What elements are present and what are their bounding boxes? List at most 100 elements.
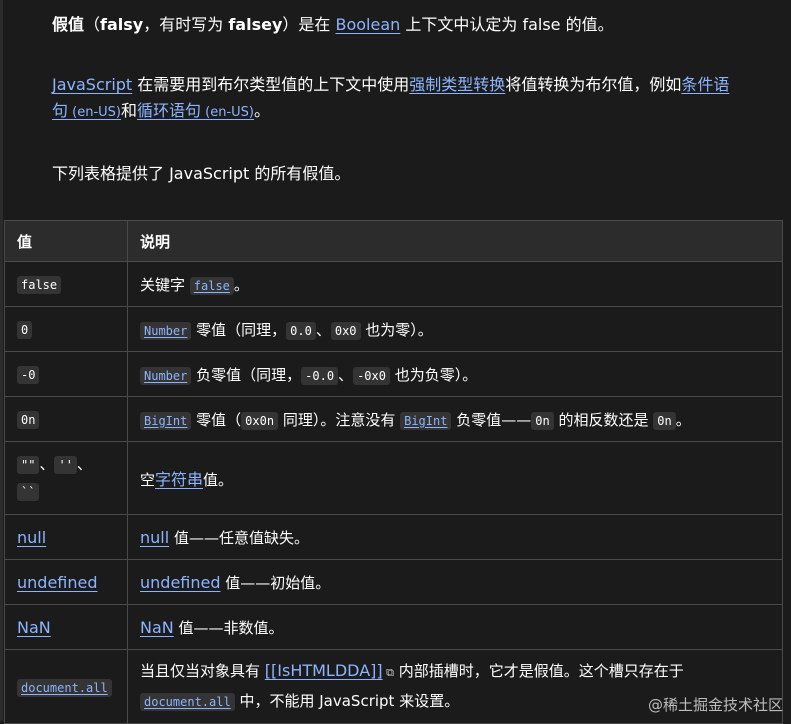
code: ``: [17, 483, 40, 501]
text: 负零值（同理，: [191, 365, 302, 384]
boolean-link[interactable]: Boolean: [335, 15, 400, 34]
external-link-icon: ⧉: [382, 666, 394, 679]
ishtmldda-link[interactable]: [[IsHTMLDDA]]: [265, 661, 383, 680]
value-code: 0n: [17, 411, 40, 429]
undefined-link[interactable]: undefined: [140, 573, 221, 592]
td: null: [4, 514, 128, 560]
text: 句: [52, 101, 69, 120]
code: -0x0: [353, 366, 390, 385]
text: ）是在: [282, 15, 336, 34]
text: 内部插槽时，它才是假值。这个槽只存在于: [394, 662, 684, 680]
table-row: null null 值——任意值缺失。: [4, 514, 783, 560]
td: 关键字 false。: [127, 261, 783, 307]
text: 在需要用到布尔类型值的上下文中使用: [132, 75, 410, 94]
false-link[interactable]: false: [189, 276, 234, 295]
number-link[interactable]: Number: [140, 366, 192, 385]
td: 空字符串值。: [127, 441, 783, 515]
type-coercion-link[interactable]: 强制类型转换: [409, 75, 505, 94]
text: （: [84, 15, 101, 34]
text: 零值（: [191, 410, 242, 429]
null-value-link[interactable]: null: [17, 528, 46, 547]
string-link[interactable]: 字符串: [155, 470, 203, 489]
text: 和: [121, 101, 138, 120]
watermark: @稀土掘金技术社区: [647, 696, 783, 714]
td: ""、 ''、 ``: [4, 441, 128, 515]
term-falsy-bold: 假值: [52, 15, 85, 34]
code: -0.0: [301, 366, 339, 385]
td: false: [4, 261, 128, 307]
table-row: undefined undefined 值——初始值。: [4, 559, 783, 605]
intro-paragraph-1: 假值（falsy，有时写为 falsey）是在 Boolean 上下文中认定为 …: [52, 12, 614, 38]
text: 也为负零）。: [389, 365, 478, 384]
code: 0n: [531, 411, 554, 430]
text: 上下文中认定为 false 的值。: [400, 15, 614, 34]
table-row: NaN NaN 值——非数值。: [4, 604, 783, 650]
text: 。: [675, 410, 691, 429]
value-code: -0: [17, 366, 40, 384]
text: ，有时写为: [143, 15, 229, 34]
document-all-link[interactable]: document.all: [140, 693, 235, 711]
text: 值——初始值。: [220, 573, 331, 592]
falsy-values-table: 值 说明 false 关键字 false。 0 Number 零值（同理， 0.0…: [4, 220, 783, 724]
loop-link[interactable]: 循环语句 (en-US): [137, 101, 254, 120]
td: BigInt 零值（ 0x0n 同理）。注意没有 BigInt 负零值—— 0n 的…: [127, 396, 783, 442]
text: 零值（同理，: [191, 320, 287, 339]
table-row: false 关键字 false。: [4, 261, 783, 307]
intro-paragraph-3: 下列表格提供了 JavaScript 的所有假值。: [52, 164, 351, 183]
number-link[interactable]: Number: [140, 321, 192, 340]
text: 当且仅当对象具有: [140, 662, 265, 680]
header-value: 值: [4, 220, 128, 262]
text: 、: [315, 320, 331, 339]
text: 、: [39, 455, 55, 473]
code: 0x0n: [241, 411, 279, 430]
term-falsey-en: falsey: [228, 15, 283, 34]
code: '': [54, 456, 77, 474]
intro-paragraph-2: JavaScript 在需要用到布尔类型值的上下文中使用强制类型转换将值转换为布…: [52, 72, 742, 126]
td: Number 负零值（同理， -0.0、 -0x0 也为负零）。: [127, 351, 783, 397]
bigint-link[interactable]: BigInt: [400, 411, 452, 430]
undefined-value-link[interactable]: undefined: [17, 573, 98, 592]
text: 空: [140, 471, 156, 489]
text: (en-US): [201, 105, 255, 120]
text: 值——非数值。: [173, 618, 284, 637]
text: 关键字: [140, 275, 190, 294]
table-row: 0n BigInt 零值（ 0x0n 同理）。注意没有 BigInt 负零值—— 0…: [4, 396, 783, 442]
text: 同理）。注意没有: [278, 410, 401, 429]
td: -0: [4, 351, 128, 397]
text: 将值转换为布尔值，例如: [505, 75, 682, 94]
text: 值。: [203, 471, 234, 489]
td: undefined: [4, 559, 128, 605]
conditional-link[interactable]: 条件语: [681, 75, 729, 94]
td: 0: [4, 306, 128, 352]
td: undefined 值——初始值。: [127, 559, 783, 605]
value-code: 0: [17, 321, 33, 339]
text: 。: [254, 101, 271, 120]
code: "": [17, 456, 40, 474]
code: 0n: [653, 411, 676, 430]
text: 中，不能用 JavaScript 来设置。: [234, 692, 460, 710]
table-row: ""、 ''、 `` 空字符串值。: [4, 441, 783, 515]
null-link[interactable]: null: [140, 528, 169, 547]
td: 0n: [4, 396, 128, 442]
bigint-link[interactable]: BigInt: [140, 411, 192, 430]
nan-link[interactable]: NaN: [140, 618, 174, 637]
text: 。: [233, 275, 249, 294]
td: null 值——任意值缺失。: [127, 514, 783, 560]
value-code: false: [17, 276, 62, 294]
text: 也为零）。: [360, 320, 433, 339]
header-description: 说明: [127, 220, 783, 262]
td: NaN: [4, 604, 128, 650]
text: 的相反数还是: [553, 410, 654, 429]
text: 、: [76, 455, 92, 473]
javascript-link[interactable]: JavaScript: [52, 75, 132, 94]
text: (en-US): [68, 105, 121, 120]
table-header-row: 值 说明: [4, 220, 783, 262]
term-falsy-en: falsy: [100, 15, 144, 34]
document-all-link[interactable]: document.all: [17, 678, 112, 697]
text: 负零值——: [451, 410, 532, 429]
code: 0.0: [286, 321, 316, 340]
nan-value-link[interactable]: NaN: [17, 618, 51, 637]
code: 0x0: [330, 321, 361, 340]
conditional-link-cont[interactable]: 句 (en-US): [52, 101, 121, 120]
table-row: -0 Number 负零值（同理， -0.0、 -0x0 也为负零）。: [4, 351, 783, 397]
